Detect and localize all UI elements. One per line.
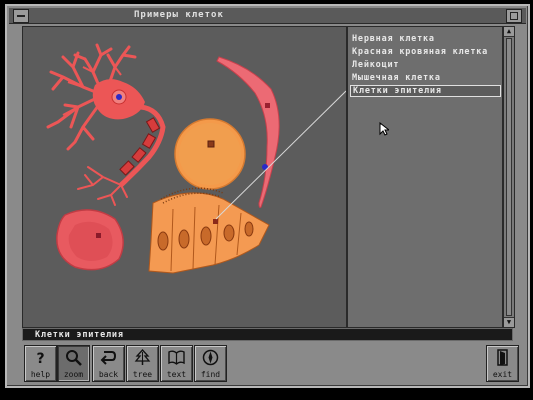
back-label: back (98, 370, 119, 379)
zoom-button[interactable]: zoom (57, 345, 90, 382)
toolbar: ? help zoom back tree text find exit (22, 343, 519, 383)
magnifier-icon (66, 350, 82, 366)
mouse-pointer-icon (379, 122, 389, 136)
help-label: help (30, 370, 51, 379)
list-item-red-blood-cell[interactable]: Красная кровяная клетка (350, 46, 501, 58)
leukocyte-cell[interactable] (174, 118, 246, 190)
exit-button[interactable]: exit (486, 345, 519, 382)
find-label: find (200, 370, 221, 379)
system-menu-button[interactable] (13, 9, 29, 23)
help-button[interactable]: ? help (24, 345, 57, 382)
list-item-muscle-cell[interactable]: Мышечная клетка (350, 72, 501, 84)
text-button[interactable]: text (160, 345, 193, 382)
compass-icon (202, 349, 219, 366)
scroll-track[interactable] (506, 38, 512, 316)
zoom-label: zoom (63, 370, 84, 379)
text-label: text (166, 370, 187, 379)
return-arrow-icon (100, 351, 117, 365)
epithelium-cells[interactable] (148, 187, 270, 274)
back-button[interactable]: back (92, 345, 125, 382)
open-book-icon (168, 350, 185, 365)
svg-text:?: ? (36, 351, 44, 366)
tree-icon (134, 349, 151, 365)
cell-illustration-pane (22, 26, 347, 328)
selected-caption: Клетки эпителия (22, 328, 513, 341)
title-bar: Примеры клеток (9, 8, 526, 24)
exit-label: exit (492, 370, 513, 379)
scroll-up-arrow-icon[interactable]: ▲ (504, 27, 514, 37)
scroll-down-arrow-icon[interactable]: ▼ (504, 317, 514, 327)
find-button[interactable]: find (194, 345, 227, 382)
question-icon: ? (36, 351, 44, 366)
list-item-leukocyte[interactable]: Лейкоцит (350, 59, 501, 71)
tree-label: tree (132, 370, 153, 379)
cell-type-list: Нервная клетка Красная кровяная клетка Л… (347, 26, 503, 328)
maximize-button[interactable] (506, 9, 522, 23)
neuron-cell[interactable] (46, 43, 166, 206)
door-icon (497, 349, 508, 366)
list-item-epithelium[interactable]: Клетки эпителия (350, 85, 501, 97)
tree-button[interactable]: tree (126, 345, 159, 382)
window-title: Примеры клеток (134, 10, 224, 20)
cell-illustration (46, 43, 346, 274)
app-window: Примеры клеток Нервная клетка Красная кр… (5, 4, 530, 388)
list-item-nerve-cell[interactable]: Нервная клетка (350, 33, 501, 45)
red-blood-cell[interactable] (56, 209, 124, 271)
list-scrollbar[interactable]: ▲ ▼ (503, 26, 515, 328)
